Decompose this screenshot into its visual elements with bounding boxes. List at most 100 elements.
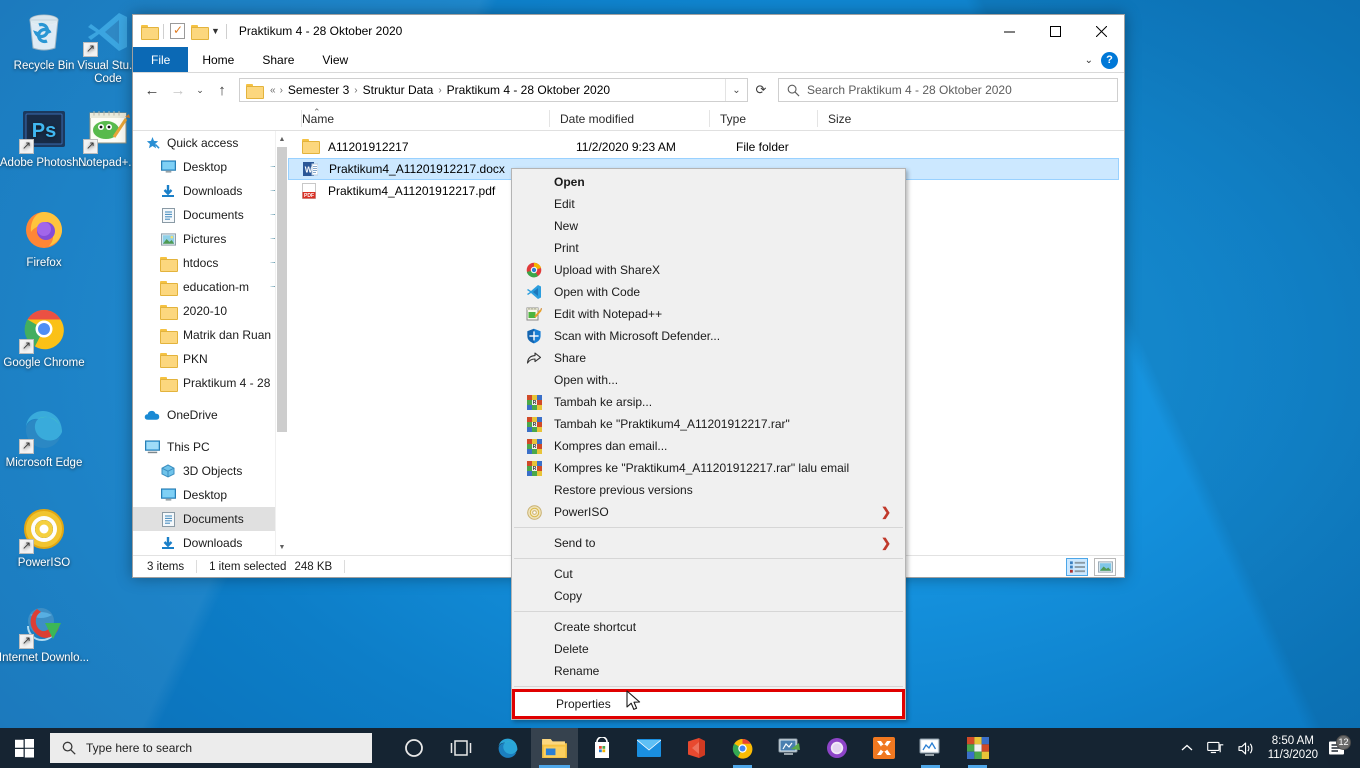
column-header-type[interactable]: Type: [709, 110, 817, 127]
clock[interactable]: 8:50 AM 11/3/2020: [1262, 734, 1328, 762]
notification-center-button[interactable]: 12: [1328, 734, 1354, 757]
menu-item-properties[interactable]: Properties: [512, 689, 905, 719]
chevron-down-icon[interactable]: ▼: [211, 26, 220, 36]
menu-item-kompres-ke-rar-lalu-email[interactable]: R Kompres ke "Praktikum4_A11201912217.ra…: [512, 457, 905, 479]
sidebar-item-downloads-pc[interactable]: Downloads: [133, 531, 287, 555]
taskbar-xampp-icon[interactable]: [860, 728, 907, 768]
task-view-icon[interactable]: [437, 728, 484, 768]
large-icons-view-button[interactable]: [1094, 558, 1116, 576]
menu-item-print[interactable]: Print: [512, 237, 905, 259]
menu-item-edit-with-notepadpp[interactable]: Edit with Notepad++: [512, 303, 905, 325]
refresh-button[interactable]: ⟳: [748, 82, 774, 98]
folder-icon[interactable]: [141, 24, 159, 40]
scrollbar-thumb[interactable]: [277, 147, 287, 432]
menu-item-delete[interactable]: Delete: [512, 638, 905, 660]
volume-icon[interactable]: [1231, 728, 1262, 768]
menu-item-open[interactable]: Open: [512, 171, 905, 193]
taskbar-search-box[interactable]: Type here to search: [50, 733, 372, 763]
menu-item-create-shortcut[interactable]: Create shortcut: [512, 616, 905, 638]
taskbar-file-explorer-icon[interactable]: [531, 728, 578, 768]
help-icon[interactable]: ?: [1101, 51, 1118, 69]
column-header-size[interactable]: Size: [817, 110, 897, 127]
sidebar-item-desktop[interactable]: Desktop 📌: [133, 155, 287, 179]
menu-item-tambah-ke-rar[interactable]: R Tambah ke "Praktikum4_A11201912217.rar…: [512, 413, 905, 435]
desktop-icon-poweriso[interactable]: ↗ PowerISO: [0, 505, 90, 570]
table-row[interactable]: A11201912217 11/2/2020 9:23 AM File fold…: [288, 136, 1124, 158]
menu-item-open-with[interactable]: Open with...: [512, 369, 905, 391]
sidebar-item-onedrive[interactable]: OneDrive: [133, 403, 287, 427]
scroll-up-icon[interactable]: ▲: [276, 131, 287, 147]
new-folder-icon[interactable]: [191, 24, 209, 40]
taskbar-task-manager-icon[interactable]: [907, 728, 954, 768]
address-dropdown-icon[interactable]: ⌄: [725, 79, 747, 101]
taskbar-netbeans-icon[interactable]: [766, 728, 813, 768]
back-button[interactable]: ←: [139, 77, 165, 103]
taskbar-edge-icon[interactable]: [484, 728, 531, 768]
breadcrumb-item-2[interactable]: Praktikum 4 - 28 Oktober 2020: [444, 83, 613, 97]
tab-share[interactable]: Share: [248, 47, 308, 72]
menu-item-edit[interactable]: Edit: [512, 193, 905, 215]
sidebar-item-documents-pc[interactable]: Documents: [133, 507, 287, 531]
menu-item-open-with-code[interactable]: Open with Code: [512, 281, 905, 303]
column-header-date[interactable]: Date modified: [549, 110, 709, 127]
menu-item-new[interactable]: New: [512, 215, 905, 237]
recent-locations-icon[interactable]: ⌄: [191, 77, 209, 103]
details-view-button[interactable]: [1066, 558, 1088, 576]
network-icon[interactable]: [1200, 728, 1231, 768]
properties-icon[interactable]: [170, 23, 185, 39]
sidebar-item-matrik-dan-ruang[interactable]: Matrik dan Ruan: [133, 323, 287, 347]
menu-item-scan-with-defender[interactable]: Scan with Microsoft Defender...: [512, 325, 905, 347]
desktop-icon-chrome[interactable]: ↗ Google Chrome: [0, 305, 90, 370]
taskbar-microsoft-store-icon[interactable]: [578, 728, 625, 768]
sidebar-item-downloads[interactable]: Downloads 📌: [133, 179, 287, 203]
breadcrumb-item-0[interactable]: Semester 3: [285, 83, 352, 97]
maximize-button[interactable]: [1032, 15, 1078, 47]
expand-ribbon-icon[interactable]: ⌄: [1085, 55, 1093, 66]
navigation-pane-scrollbar[interactable]: ▲ ▼: [275, 131, 287, 555]
menu-item-poweriso[interactable]: PowerISO ❯: [512, 501, 905, 523]
taskbar-mail-icon[interactable]: [625, 728, 672, 768]
show-hidden-icons-button[interactable]: [1174, 728, 1200, 768]
desktop-icon-firefox[interactable]: Firefox: [0, 205, 90, 270]
up-button[interactable]: ↑: [209, 77, 235, 103]
desktop-icon-idm[interactable]: ↗ Internet Downlo...: [0, 600, 90, 665]
taskbar-winrar-icon[interactable]: [954, 728, 1001, 768]
tab-file[interactable]: File: [133, 47, 189, 72]
address-path-box[interactable]: « › Semester 3 › Struktur Data › Praktik…: [239, 78, 748, 102]
menu-item-share[interactable]: Share: [512, 347, 905, 369]
menu-item-rename[interactable]: Rename: [512, 660, 905, 682]
search-box[interactable]: Search Praktikum 4 - 28 Oktober 2020: [778, 78, 1118, 102]
cortana-icon[interactable]: [390, 728, 437, 768]
start-button[interactable]: [0, 728, 48, 768]
desktop-icon-edge[interactable]: ↗ Microsoft Edge: [0, 405, 90, 470]
column-header-name[interactable]: Name: [301, 110, 549, 127]
sidebar-item-3d-objects[interactable]: 3D Objects: [133, 459, 287, 483]
menu-item-cut[interactable]: Cut: [512, 563, 905, 585]
taskbar-purple-circle-icon[interactable]: [813, 728, 860, 768]
taskbar-office-icon[interactable]: [672, 728, 719, 768]
tab-home[interactable]: Home: [188, 47, 248, 72]
minimize-button[interactable]: [986, 15, 1032, 47]
sidebar-item-htdocs[interactable]: htdocs 📌: [133, 251, 287, 275]
menu-item-kompres-dan-email[interactable]: R Kompres dan email...: [512, 435, 905, 457]
sidebar-item-pictures[interactable]: Pictures 📌: [133, 227, 287, 251]
nav-group-quick-access[interactable]: Quick access: [133, 131, 287, 155]
breadcrumb-overflow[interactable]: «: [268, 85, 278, 96]
sidebar-item-2020-10[interactable]: 2020-10: [133, 299, 287, 323]
sidebar-item-documents[interactable]: Documents 📌: [133, 203, 287, 227]
close-button[interactable]: [1078, 15, 1124, 47]
menu-item-send-to[interactable]: Send to ❯: [512, 532, 905, 554]
sidebar-item-education-m[interactable]: education-m 📌: [133, 275, 287, 299]
menu-item-tambah-ke-arsip[interactable]: R Tambah ke arsip...: [512, 391, 905, 413]
sidebar-item-praktikum-4[interactable]: Praktikum 4 - 28: [133, 371, 287, 395]
sidebar-item-pkn[interactable]: PKN: [133, 347, 287, 371]
scroll-down-icon[interactable]: ▼: [276, 539, 287, 555]
taskbar-chrome-icon[interactable]: [719, 728, 766, 768]
sidebar-item-desktop-pc[interactable]: Desktop: [133, 483, 287, 507]
menu-item-copy[interactable]: Copy: [512, 585, 905, 607]
tab-view[interactable]: View: [308, 47, 362, 72]
breadcrumb-item-1[interactable]: Struktur Data: [360, 83, 437, 97]
menu-item-restore-previous-versions[interactable]: Restore previous versions: [512, 479, 905, 501]
sidebar-item-this-pc[interactable]: This PC: [133, 435, 287, 459]
menu-item-upload-with-sharex[interactable]: Upload with ShareX: [512, 259, 905, 281]
